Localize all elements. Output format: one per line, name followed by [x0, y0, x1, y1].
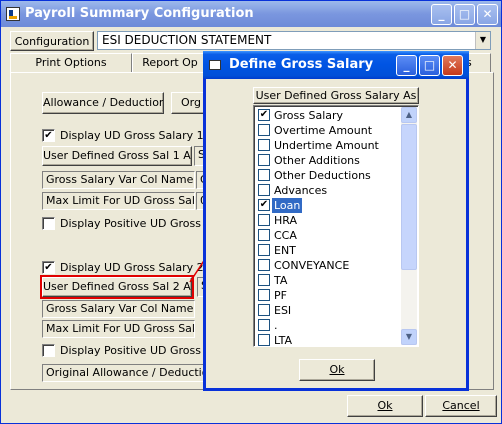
list-item-label: Undertime Amount: [274, 139, 379, 152]
annotation-highlight-box: [40, 275, 194, 299]
main-window-title: Payroll Summary Configuration: [25, 6, 254, 21]
list-item-label: LTA: [274, 334, 293, 347]
list-item[interactable]: .: [256, 318, 402, 333]
scroll-up-icon[interactable]: ▲: [401, 107, 417, 123]
display-ud-gross-1-label: Display UD Gross Salary 1: [60, 129, 204, 142]
list-item-label: ESI: [274, 304, 292, 317]
maximize-icon[interactable]: □: [454, 4, 475, 25]
list-item[interactable]: ✔ Loan: [256, 198, 402, 213]
list-item-checkbox[interactable]: ✔: [258, 199, 270, 211]
tab-report-options[interactable]: Report Op: [132, 53, 208, 73]
list-item[interactable]: LTA: [256, 333, 402, 347]
positive-ud-gross-1-checkbox[interactable]: [42, 217, 55, 230]
chevron-down-icon[interactable]: ▼: [475, 32, 490, 49]
display-ud-gross-2-checkbox[interactable]: ✔: [42, 261, 55, 274]
list-item[interactable]: PF: [256, 288, 402, 303]
close-icon[interactable]: ✕: [477, 4, 498, 25]
positive-ud-gross-2-checkbox[interactable]: [42, 344, 55, 357]
list-item-label: .: [274, 319, 278, 332]
list-item-checkbox[interactable]: [258, 139, 270, 151]
list-item-checkbox[interactable]: [258, 154, 270, 166]
list-item-checkbox[interactable]: [258, 244, 270, 256]
list-item-label: ENT: [274, 244, 296, 257]
list-item[interactable]: Overtime Amount: [256, 123, 402, 138]
list-item-checkbox[interactable]: ✔: [258, 109, 270, 121]
list-item[interactable]: CCA: [256, 228, 402, 243]
list-item-label: Other Additions: [274, 154, 360, 167]
display-ud-gross-1-checkbox[interactable]: ✔: [42, 129, 55, 142]
max-limit-2-label: Max Limit For UD Gross Salary: [42, 320, 195, 338]
list-item-checkbox[interactable]: [258, 184, 270, 196]
positive-ud-gross-1-label: Display Positive UD Gross Sal: [60, 217, 206, 230]
list-item-label: PF: [274, 289, 287, 302]
dialog-ok-button[interactable]: Ok: [299, 359, 375, 381]
display-ud-gross-2-label: Display UD Gross Salary 2: [60, 261, 204, 274]
list-item-label: CONVEYANCE: [274, 259, 350, 272]
list-item[interactable]: Undertime Amount: [256, 138, 402, 153]
list-item[interactable]: CONVEYANCE: [256, 258, 402, 273]
configuration-select[interactable]: ESI DEDUCTION STATEMENT ▼: [97, 31, 491, 50]
tab-print-options[interactable]: Print Options: [10, 53, 132, 73]
list-item[interactable]: ESI: [256, 303, 402, 318]
configuration-button[interactable]: Configuration: [10, 31, 94, 51]
list-item-label: Advances: [274, 184, 328, 197]
list-scrollbar[interactable]: ▲ ▼: [401, 107, 417, 345]
var-col-name-1-label: Gross Salary Var Col Name As: [42, 171, 195, 189]
list-item[interactable]: ENT: [256, 243, 402, 258]
list-header: User Defined Gross Salary As: [253, 87, 419, 104]
gross-salary-list[interactable]: ✔ Gross Salary Overtime Amount Undertime Am…: [253, 105, 419, 347]
list-item-checkbox[interactable]: [258, 259, 270, 271]
allowance-deduction-button[interactable]: Allowance / Deduction: [42, 92, 164, 114]
list-item[interactable]: ✔ Gross Salary: [256, 108, 402, 123]
list-item-checkbox[interactable]: [258, 229, 270, 241]
list-item-label: Gross Salary: [274, 109, 344, 122]
list-item-checkbox[interactable]: [258, 274, 270, 286]
list-item[interactable]: HRA: [256, 213, 402, 228]
list-item-checkbox[interactable]: [258, 124, 270, 136]
app-icon: [6, 7, 20, 21]
list-item[interactable]: Other Additions: [256, 153, 402, 168]
dialog-title-bar[interactable]: Define Gross Salary _ □ ✕: [203, 51, 469, 79]
list-item-checkbox[interactable]: [258, 304, 270, 316]
define-gross-salary-dialog: Define Gross Salary _ □ ✕ User Defined G…: [203, 51, 469, 391]
list-item-checkbox[interactable]: [258, 169, 270, 181]
cancel-button[interactable]: Cancel: [425, 395, 497, 417]
list-item-label: Other Deductions: [274, 169, 371, 182]
list-item-checkbox[interactable]: [258, 214, 270, 226]
list-item-checkbox[interactable]: [258, 319, 270, 331]
dialog-minimize-icon[interactable]: _: [396, 55, 417, 76]
minimize-icon[interactable]: _: [431, 4, 452, 25]
list-item-label: HRA: [274, 214, 297, 227]
list-item[interactable]: Advances: [256, 183, 402, 198]
list-item-label: TA: [274, 274, 288, 287]
list-item-label: CCA: [274, 229, 297, 242]
ok-button[interactable]: Ok: [347, 395, 423, 417]
list-item-label: Loan: [272, 198, 303, 213]
list-item-checkbox[interactable]: [258, 334, 270, 346]
configuration-value: ESI DEDUCTION STATEMENT: [102, 33, 272, 47]
list-item-label: Overtime Amount: [274, 124, 373, 137]
ud-gross-sal-1-button[interactable]: User Defined Gross Sal 1 As...: [42, 146, 192, 166]
dialog-maximize-icon[interactable]: □: [419, 55, 440, 76]
org-button[interactable]: Org /: [171, 92, 207, 114]
scroll-thumb[interactable]: [401, 124, 417, 270]
max-limit-1-label: Max Limit For UD Gross Salary: [42, 192, 195, 210]
dialog-window-icon: [209, 60, 221, 70]
dialog-close-icon[interactable]: ✕: [442, 55, 463, 76]
var-col-name-2-label: Gross Salary Var Col Name As: [42, 300, 195, 318]
scroll-down-icon[interactable]: ▼: [401, 329, 417, 345]
list-item[interactable]: TA: [256, 273, 402, 288]
positive-ud-gross-2-label: Display Positive UD Gross Sal: [60, 344, 206, 357]
main-title-bar[interactable]: Payroll Summary Configuration _ □ ✕: [1, 1, 501, 27]
list-item-checkbox[interactable]: [258, 289, 270, 301]
list-item[interactable]: Other Deductions: [256, 168, 402, 183]
original-allowance-label: Original Allowance / Deduction F: [42, 364, 207, 382]
dialog-title: Define Gross Salary: [229, 57, 374, 72]
